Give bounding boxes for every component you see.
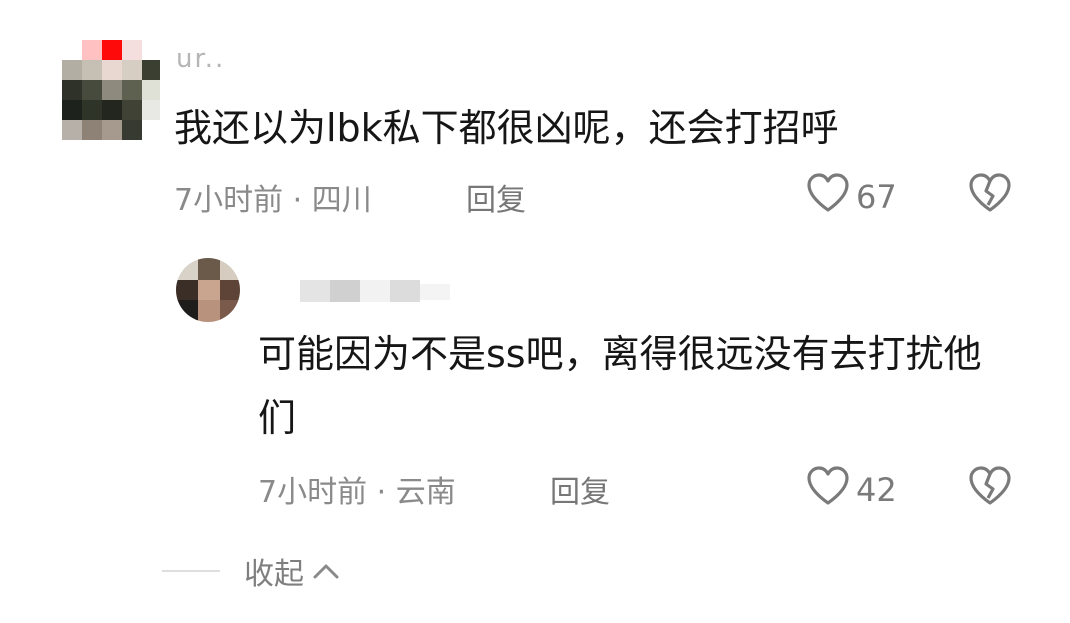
dislike-button[interactable] xyxy=(968,172,1012,218)
collapse-button[interactable]: 收起 xyxy=(244,549,340,593)
collapse-label: 收起 xyxy=(244,557,304,592)
reply-button[interactable]: 回复 xyxy=(466,175,526,219)
like-button[interactable]: 67 xyxy=(806,172,897,222)
dislike-button[interactable] xyxy=(968,465,1012,511)
reply-meta: 7小时前 · 云南 回复 xyxy=(258,467,610,511)
collapse-row: 收起 xyxy=(162,548,340,594)
reply-text: 可能因为不是ss吧，离得很远没有去打扰他们 xyxy=(258,332,982,440)
username[interactable]: ur.. xyxy=(176,44,225,76)
avatar[interactable] xyxy=(62,40,160,140)
like-count: 42 xyxy=(856,471,897,509)
reply-avatar[interactable] xyxy=(176,258,240,322)
divider xyxy=(162,570,220,572)
like-count: 67 xyxy=(856,178,897,216)
chevron-up-icon xyxy=(312,554,340,589)
comment-meta: 7小时前 · 四川 回复 xyxy=(174,175,526,219)
reply-username[interactable] xyxy=(300,280,450,304)
time-location: 7小时前 · 四川 xyxy=(174,183,372,218)
broken-heart-icon xyxy=(968,466,1012,511)
heart-outline-icon xyxy=(806,172,850,222)
comment-thread: ur.. 我还以为lbk私下都很凶呢，还会打招呼 7小时前 · 四川 回复 67 xyxy=(0,0,1070,623)
like-button[interactable]: 42 xyxy=(806,465,897,515)
time-location: 7小时前 · 云南 xyxy=(258,475,456,510)
heart-outline-icon xyxy=(806,465,850,515)
reply-button[interactable]: 回复 xyxy=(550,467,610,511)
comment-text: 我还以为lbk私下都很凶呢，还会打招呼 xyxy=(174,106,839,150)
broken-heart-icon xyxy=(968,173,1012,218)
